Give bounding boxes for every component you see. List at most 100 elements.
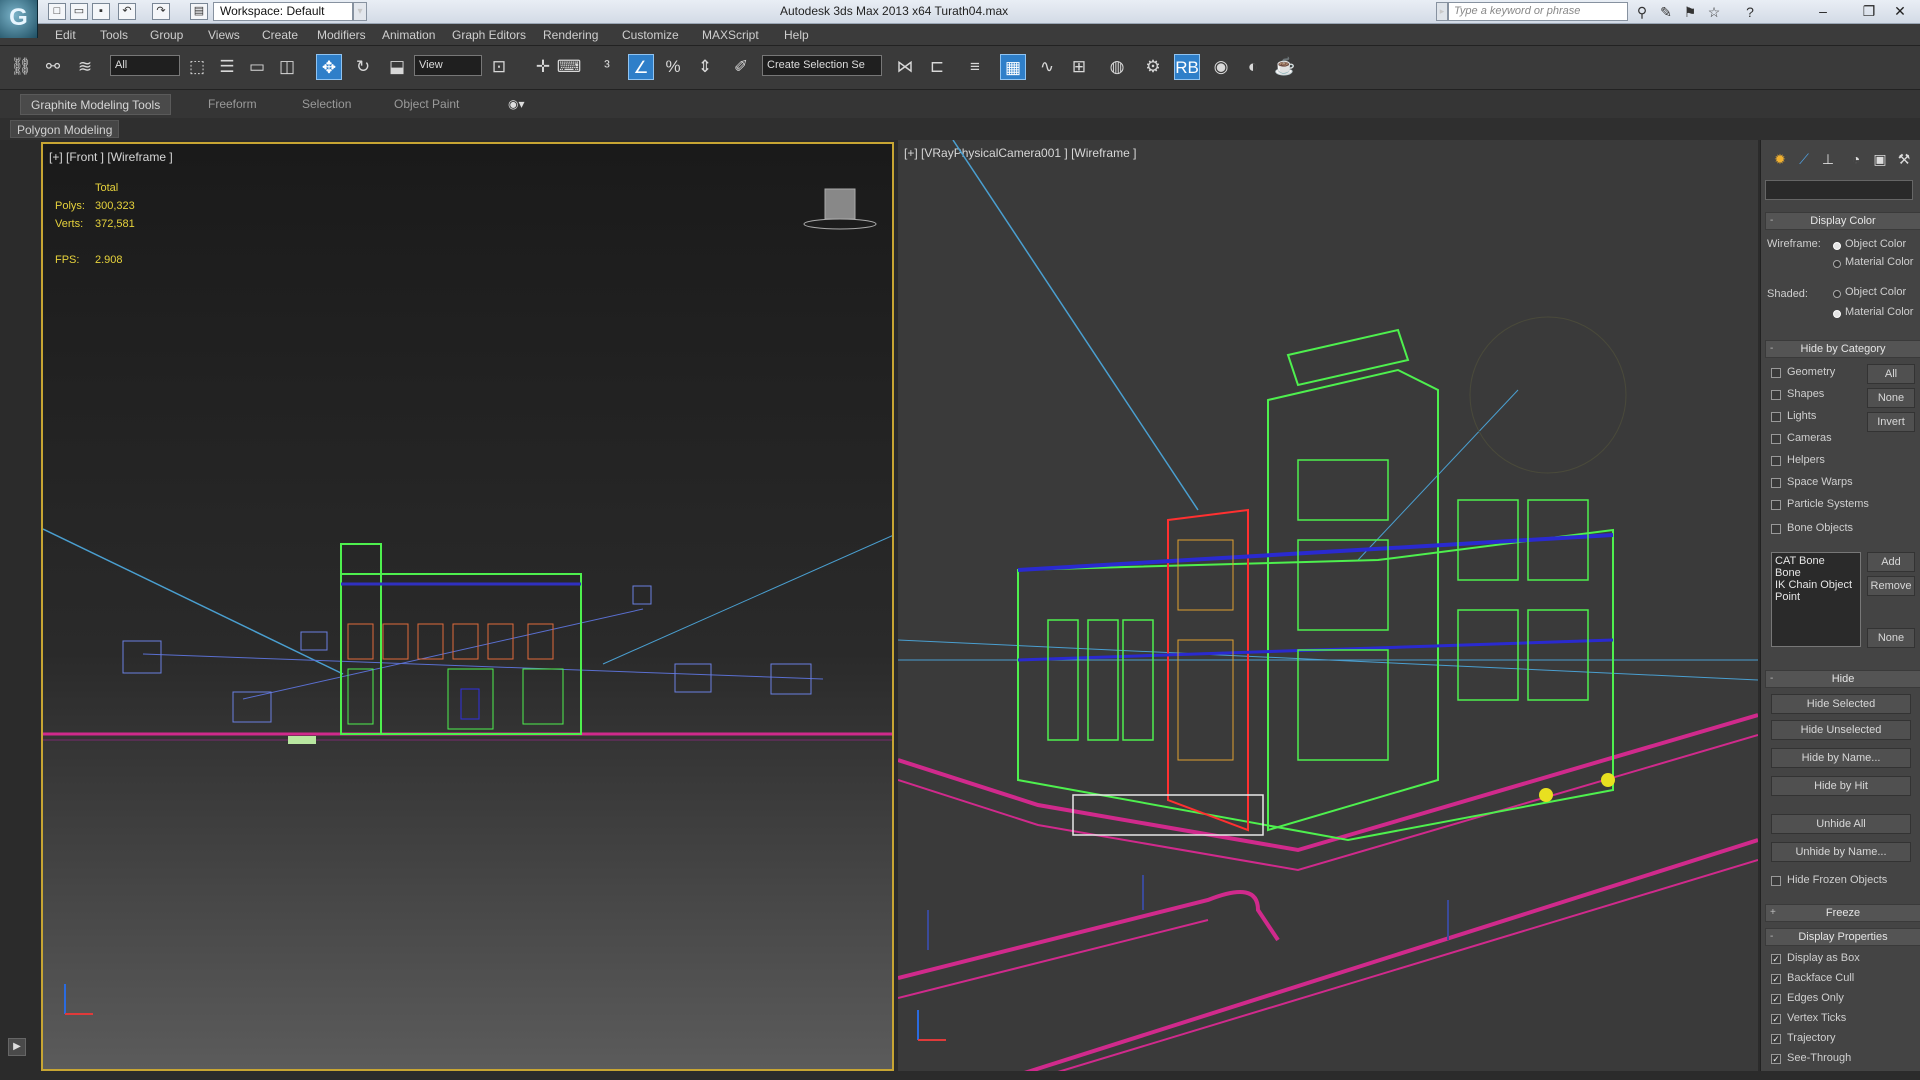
list-item[interactable]: Bone: [1775, 567, 1857, 579]
menu-maxscript[interactable]: MAXScript: [702, 28, 759, 42]
freeze-rollout[interactable]: + Freeze: [1765, 904, 1920, 922]
motion-tab-icon[interactable]: ◔: [1845, 148, 1867, 170]
trajectory-checkbox[interactable]: ✓: [1771, 1034, 1781, 1044]
hide-by-category-rollout[interactable]: - Hide by Category: [1765, 340, 1920, 358]
select-and-rotate-icon[interactable]: ↻: [350, 54, 376, 80]
help-icon[interactable]: ?: [1740, 3, 1760, 21]
graphite-ribbon-icon[interactable]: ▦: [1000, 54, 1026, 80]
curve-editor-icon[interactable]: ∿: [1034, 54, 1060, 80]
menu-graph-editors[interactable]: Graph Editors: [452, 28, 526, 42]
select-by-name-icon[interactable]: ☰: [214, 54, 240, 80]
menu-animation[interactable]: Animation: [382, 28, 435, 42]
bind-space-warp-icon[interactable]: ≋: [72, 54, 98, 80]
menu-views[interactable]: Views: [208, 28, 240, 42]
hierarchy-tab-icon[interactable]: ⊥: [1817, 148, 1839, 170]
minimize-button[interactable]: –: [1800, 0, 1846, 24]
shaded-object-color-radio[interactable]: [1833, 290, 1841, 298]
selection-filter-dropdown[interactable]: All: [110, 55, 180, 76]
unhide-by-name-button[interactable]: Unhide by Name...: [1771, 842, 1911, 862]
rectangular-selection-icon[interactable]: ▭: [244, 54, 270, 80]
open-file-icon[interactable]: ▭: [70, 3, 88, 20]
new-file-icon[interactable]: □: [48, 3, 66, 20]
polygon-modeling-panel[interactable]: Polygon Modeling: [10, 120, 120, 138]
communication-center-icon[interactable]: ⚑: [1680, 3, 1700, 21]
shapes-checkbox[interactable]: [1771, 390, 1781, 400]
search-expand-icon[interactable]: ▸: [1436, 2, 1448, 21]
viewport-camera[interactable]: [+] [VRayPhysicalCamera001 ] [Wireframe …: [898, 140, 1758, 1075]
edges-only-checkbox[interactable]: ✓: [1771, 994, 1781, 1004]
unhide-all-button[interactable]: Unhide All: [1771, 814, 1911, 834]
menu-customize[interactable]: Customize: [622, 28, 679, 42]
particle-systems-checkbox[interactable]: [1771, 500, 1781, 510]
wireframe-object-color-radio[interactable]: [1833, 242, 1841, 250]
menu-create[interactable]: Create: [262, 28, 298, 42]
align-icon[interactable]: ⊏: [924, 54, 950, 80]
menu-group[interactable]: Group: [150, 28, 183, 42]
wireframe-material-color-radio[interactable]: [1833, 260, 1841, 268]
hide-frozen-objects-checkbox[interactable]: [1771, 876, 1781, 886]
hide-by-hit-button[interactable]: Hide by Hit: [1771, 776, 1911, 796]
layer-manager-icon[interactable]: ≡: [962, 54, 988, 80]
edit-named-selection-icon[interactable]: ✐: [728, 54, 754, 80]
redo-icon[interactable]: ↷: [152, 3, 170, 20]
object-name-field[interactable]: [1765, 180, 1913, 200]
geometry-checkbox[interactable]: [1771, 368, 1781, 378]
modify-tab-icon[interactable]: ⟋: [1793, 148, 1815, 170]
schematic-view-icon[interactable]: ⊞: [1066, 54, 1092, 80]
display-tab-icon[interactable]: ▣: [1869, 148, 1891, 170]
space-warps-checkbox[interactable]: [1771, 478, 1781, 488]
display-color-rollout[interactable]: - Display Color: [1765, 212, 1920, 230]
activeshade-icon[interactable]: ☕: [1272, 54, 1298, 80]
hide-rollout[interactable]: - Hide: [1765, 670, 1920, 688]
keyboard-shortcut-override-icon[interactable]: ⌨: [556, 54, 582, 80]
workspace-dropdown[interactable]: Workspace: Default: [213, 2, 353, 21]
save-icon[interactable]: ▪: [92, 3, 110, 20]
render-production-icon[interactable]: ◉: [1208, 54, 1234, 80]
select-object-icon[interactable]: ⬚: [184, 54, 210, 80]
infocenter-icon[interactable]: ⚲: [1632, 3, 1652, 21]
list-item[interactable]: IK Chain Object: [1775, 579, 1857, 591]
none-button[interactable]: None: [1867, 388, 1915, 408]
undo-icon[interactable]: ↶: [118, 3, 136, 20]
play-icon[interactable]: ▶: [8, 1038, 26, 1056]
shaded-material-color-radio[interactable]: [1833, 310, 1841, 318]
ribbon-options-icon[interactable]: ◉▾: [498, 94, 535, 115]
display-properties-rollout[interactable]: - Display Properties: [1765, 928, 1920, 946]
add-button[interactable]: Add: [1867, 552, 1915, 572]
hide-selected-button[interactable]: Hide Selected: [1771, 694, 1911, 714]
viewport-front[interactable]: [+] [Front ] [Wireframe ] Total Polys: 3…: [41, 142, 894, 1071]
named-selection-sets-dropdown[interactable]: Create Selection Se: [762, 55, 882, 76]
menu-tools[interactable]: Tools: [100, 28, 128, 42]
lights-checkbox[interactable]: [1771, 412, 1781, 422]
material-editor-icon[interactable]: ◍: [1104, 54, 1130, 80]
select-and-move-icon[interactable]: ✥: [316, 54, 342, 80]
cameras-checkbox[interactable]: [1771, 434, 1781, 444]
snaps-toggle-icon[interactable]: ³: [594, 54, 620, 80]
tab-graphite-modeling-tools[interactable]: Graphite Modeling Tools: [20, 94, 172, 115]
workspace-dropdown-arrow-icon[interactable]: ▾: [353, 2, 367, 21]
menu-edit[interactable]: Edit: [55, 28, 76, 42]
hide-by-name-button[interactable]: Hide by Name...: [1771, 748, 1911, 768]
bone-objects-checkbox[interactable]: [1771, 524, 1781, 534]
unlink-icon[interactable]: ⚯: [40, 54, 66, 80]
angle-snap-icon[interactable]: ∠: [628, 54, 654, 80]
app-logo-icon[interactable]: G: [0, 0, 38, 38]
display-as-box-checkbox[interactable]: ✓: [1771, 954, 1781, 964]
window-crossing-icon[interactable]: ◫: [274, 54, 300, 80]
list-none-button[interactable]: None: [1867, 628, 1915, 648]
menu-rendering[interactable]: Rendering: [543, 28, 598, 42]
all-button[interactable]: All: [1867, 364, 1915, 384]
backface-cull-checkbox[interactable]: ✓: [1771, 974, 1781, 984]
category-list[interactable]: CAT Bone Bone IK Chain Object Point: [1771, 552, 1861, 647]
tab-object-paint[interactable]: Object Paint: [384, 94, 469, 115]
menu-help[interactable]: Help: [784, 28, 809, 42]
tab-selection[interactable]: Selection: [292, 94, 361, 115]
close-button[interactable]: ✕: [1880, 0, 1920, 24]
select-and-scale-icon[interactable]: ⬓: [384, 54, 410, 80]
mirror-icon[interactable]: ⋈: [892, 54, 918, 80]
spinner-snap-icon[interactable]: ⇕: [692, 54, 718, 80]
vertex-ticks-checkbox[interactable]: ✓: [1771, 1014, 1781, 1024]
helpers-checkbox[interactable]: [1771, 456, 1781, 466]
see-through-checkbox[interactable]: ✓: [1771, 1054, 1781, 1064]
project-folder-icon[interactable]: ▤: [190, 3, 208, 20]
